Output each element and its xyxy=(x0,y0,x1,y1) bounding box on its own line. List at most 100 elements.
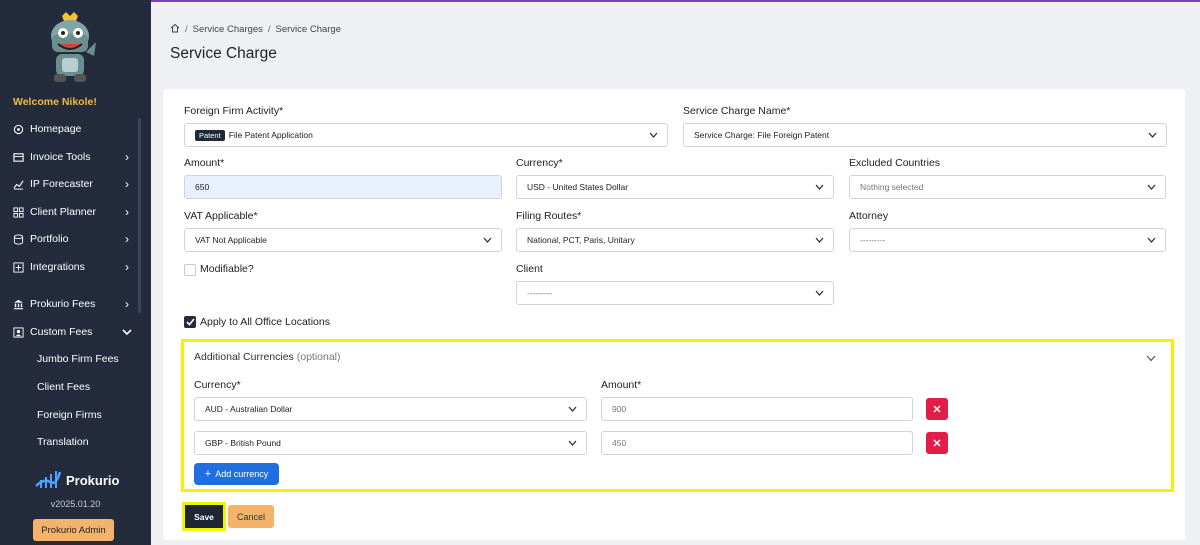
chevron-down-icon xyxy=(482,237,492,243)
apply-all-locations-label: Apply to All Office Locations xyxy=(200,316,330,328)
breadcrumb-service-charge: Service Charge xyxy=(275,24,341,35)
nav-item-label: Custom Fees xyxy=(30,326,93,338)
nav-item-label: IP Forecaster xyxy=(30,178,93,190)
nav-item-label: Integrations xyxy=(30,261,85,273)
currency-value: USD - United States Dollar xyxy=(527,182,629,192)
additional-currency-value: AUD - Australian Dollar xyxy=(205,404,293,414)
building-icon xyxy=(12,298,24,310)
sub-item-translation[interactable]: Translation xyxy=(37,436,89,448)
chevron-right-icon: › xyxy=(125,260,129,274)
nav-item-custom-fees[interactable]: Custom Fees xyxy=(0,321,140,343)
nav-item-prokurio-fees[interactable]: Prokurio Fees › xyxy=(0,293,140,315)
client-select[interactable]: --------- xyxy=(516,281,834,305)
nav-item-label: Portfolio xyxy=(30,233,69,245)
plus-icon: + xyxy=(204,468,212,480)
chevron-down-icon xyxy=(567,440,577,446)
service-charge-name-label: Service Charge Name* xyxy=(683,105,791,117)
plus-square-icon xyxy=(12,261,24,273)
nav-item-portfolio[interactable]: Portfolio › xyxy=(0,228,140,250)
page-title: Service Charge xyxy=(170,45,277,62)
additional-currency-select-1[interactable]: AUD - Australian Dollar xyxy=(194,397,587,421)
person-square-icon xyxy=(12,326,24,338)
sub-item-client-fees[interactable]: Client Fees xyxy=(37,381,90,393)
chevron-down-icon xyxy=(1146,184,1156,190)
grid-icon xyxy=(12,206,24,218)
chart-icon xyxy=(12,178,24,190)
modifiable-checkbox[interactable] xyxy=(184,264,196,276)
nav-item-client-planner[interactable]: Client Planner › xyxy=(0,201,140,223)
service-charge-name-select[interactable]: Service Charge: File Foreign Patent xyxy=(683,123,1167,147)
brand-name: Prokurio xyxy=(66,473,120,488)
chevron-right-icon: › xyxy=(125,297,129,311)
sidebar: Welcome Nikole! Homepage Invoice Tools ›… xyxy=(0,0,151,545)
database-icon xyxy=(12,233,24,245)
chevron-right-icon: › xyxy=(125,150,129,164)
save-button[interactable]: Save xyxy=(186,506,222,527)
nav-item-ip-forecaster[interactable]: IP Forecaster › xyxy=(0,173,140,195)
chevron-right-icon: › xyxy=(125,232,129,246)
chevron-down-icon xyxy=(648,132,658,138)
excluded-countries-label: Excluded Countries xyxy=(849,157,941,169)
additional-currency-select-2[interactable]: GBP - British Pound xyxy=(194,431,587,455)
additional-currency-value: GBP - British Pound xyxy=(205,438,281,448)
sub-item-foreign-firms[interactable]: Foreign Firms xyxy=(37,409,102,421)
client-label: Client xyxy=(516,263,543,275)
foreign-firm-activity-label: Foreign Firm Activity* xyxy=(184,105,284,117)
mascot-avatar xyxy=(40,12,100,84)
vat-applicable-select[interactable]: VAT Not Applicable xyxy=(184,228,502,252)
foreign-firm-activity-value: File Patent Application xyxy=(228,129,313,140)
invoice-icon xyxy=(12,151,24,163)
vat-applicable-value: VAT Not Applicable xyxy=(195,235,267,245)
attorney-select[interactable]: --------- xyxy=(849,228,1166,252)
prokurio-admin-button[interactable]: Prokurio Admin xyxy=(33,519,114,541)
excluded-countries-placeholder: Nothing selected xyxy=(860,182,924,192)
filing-routes-select[interactable]: National, PCT, Paris, Unitary xyxy=(516,228,834,252)
attorney-label: Attorney xyxy=(849,210,889,222)
nav-item-label: Homepage xyxy=(30,123,82,135)
prokurio-logo-icon xyxy=(34,468,62,493)
chevron-down-icon xyxy=(567,406,577,412)
remove-currency-button[interactable] xyxy=(926,398,948,420)
service-charge-name-value: Service Charge: File Foreign Patent xyxy=(694,130,830,140)
amount-input[interactable]: 650 xyxy=(184,175,502,199)
chevron-down-icon xyxy=(814,184,824,190)
additional-amount-header: Amount* xyxy=(601,379,642,391)
additional-currency-header: Currency* xyxy=(194,379,241,391)
nav-item-integrations[interactable]: Integrations › xyxy=(0,256,140,278)
excluded-countries-select[interactable]: Nothing selected xyxy=(849,175,1166,199)
chevron-down-icon xyxy=(1146,237,1156,243)
add-currency-button[interactable]: + Add currency xyxy=(194,463,279,485)
nav-item-label: Client Planner xyxy=(30,206,96,218)
breadcrumb-separator: / xyxy=(267,24,271,35)
brand: Prokurio xyxy=(34,468,119,493)
currency-label: Currency* xyxy=(516,157,563,169)
check-icon xyxy=(185,318,195,326)
version-label: v2025.01.20 xyxy=(50,499,101,509)
amount-label: Amount* xyxy=(184,157,225,169)
additional-currencies-title: Additional Currencies xyxy=(194,351,294,363)
breadcrumb-service-charges[interactable]: Service Charges xyxy=(193,24,263,35)
cancel-button[interactable]: Cancel xyxy=(228,505,274,528)
remove-currency-button[interactable] xyxy=(926,432,948,454)
home-icon[interactable] xyxy=(170,23,180,36)
sub-item-jumbo-firm-fees[interactable]: Jumbo Firm Fees xyxy=(37,353,119,365)
home-icon xyxy=(12,123,24,135)
apply-all-locations-checkbox[interactable] xyxy=(184,316,196,328)
optional-hint: (optional) xyxy=(296,351,341,363)
patent-tag: Patent xyxy=(195,129,225,141)
additional-currencies-header[interactable]: Additional Currencies (optional) xyxy=(194,351,341,363)
additional-amount-input-2[interactable]: 450 xyxy=(601,431,913,455)
nav-item-invoice-tools[interactable]: Invoice Tools › xyxy=(0,146,140,168)
chevron-down-icon xyxy=(814,237,824,243)
foreign-firm-activity-select[interactable]: Patent File Patent Application xyxy=(184,123,668,147)
close-icon xyxy=(933,405,941,413)
welcome-message: Welcome Nikole! xyxy=(13,96,97,108)
breadcrumb-separator: / xyxy=(185,24,188,35)
additional-amount-input-1[interactable]: 900 xyxy=(601,397,913,421)
close-icon xyxy=(933,439,941,447)
filing-routes-label: Filing Routes* xyxy=(516,210,582,222)
chevron-down-icon xyxy=(1147,132,1157,138)
chevron-down-icon[interactable] xyxy=(1146,351,1156,365)
currency-select[interactable]: USD - United States Dollar xyxy=(516,175,834,199)
nav-item-homepage[interactable]: Homepage xyxy=(0,118,140,140)
